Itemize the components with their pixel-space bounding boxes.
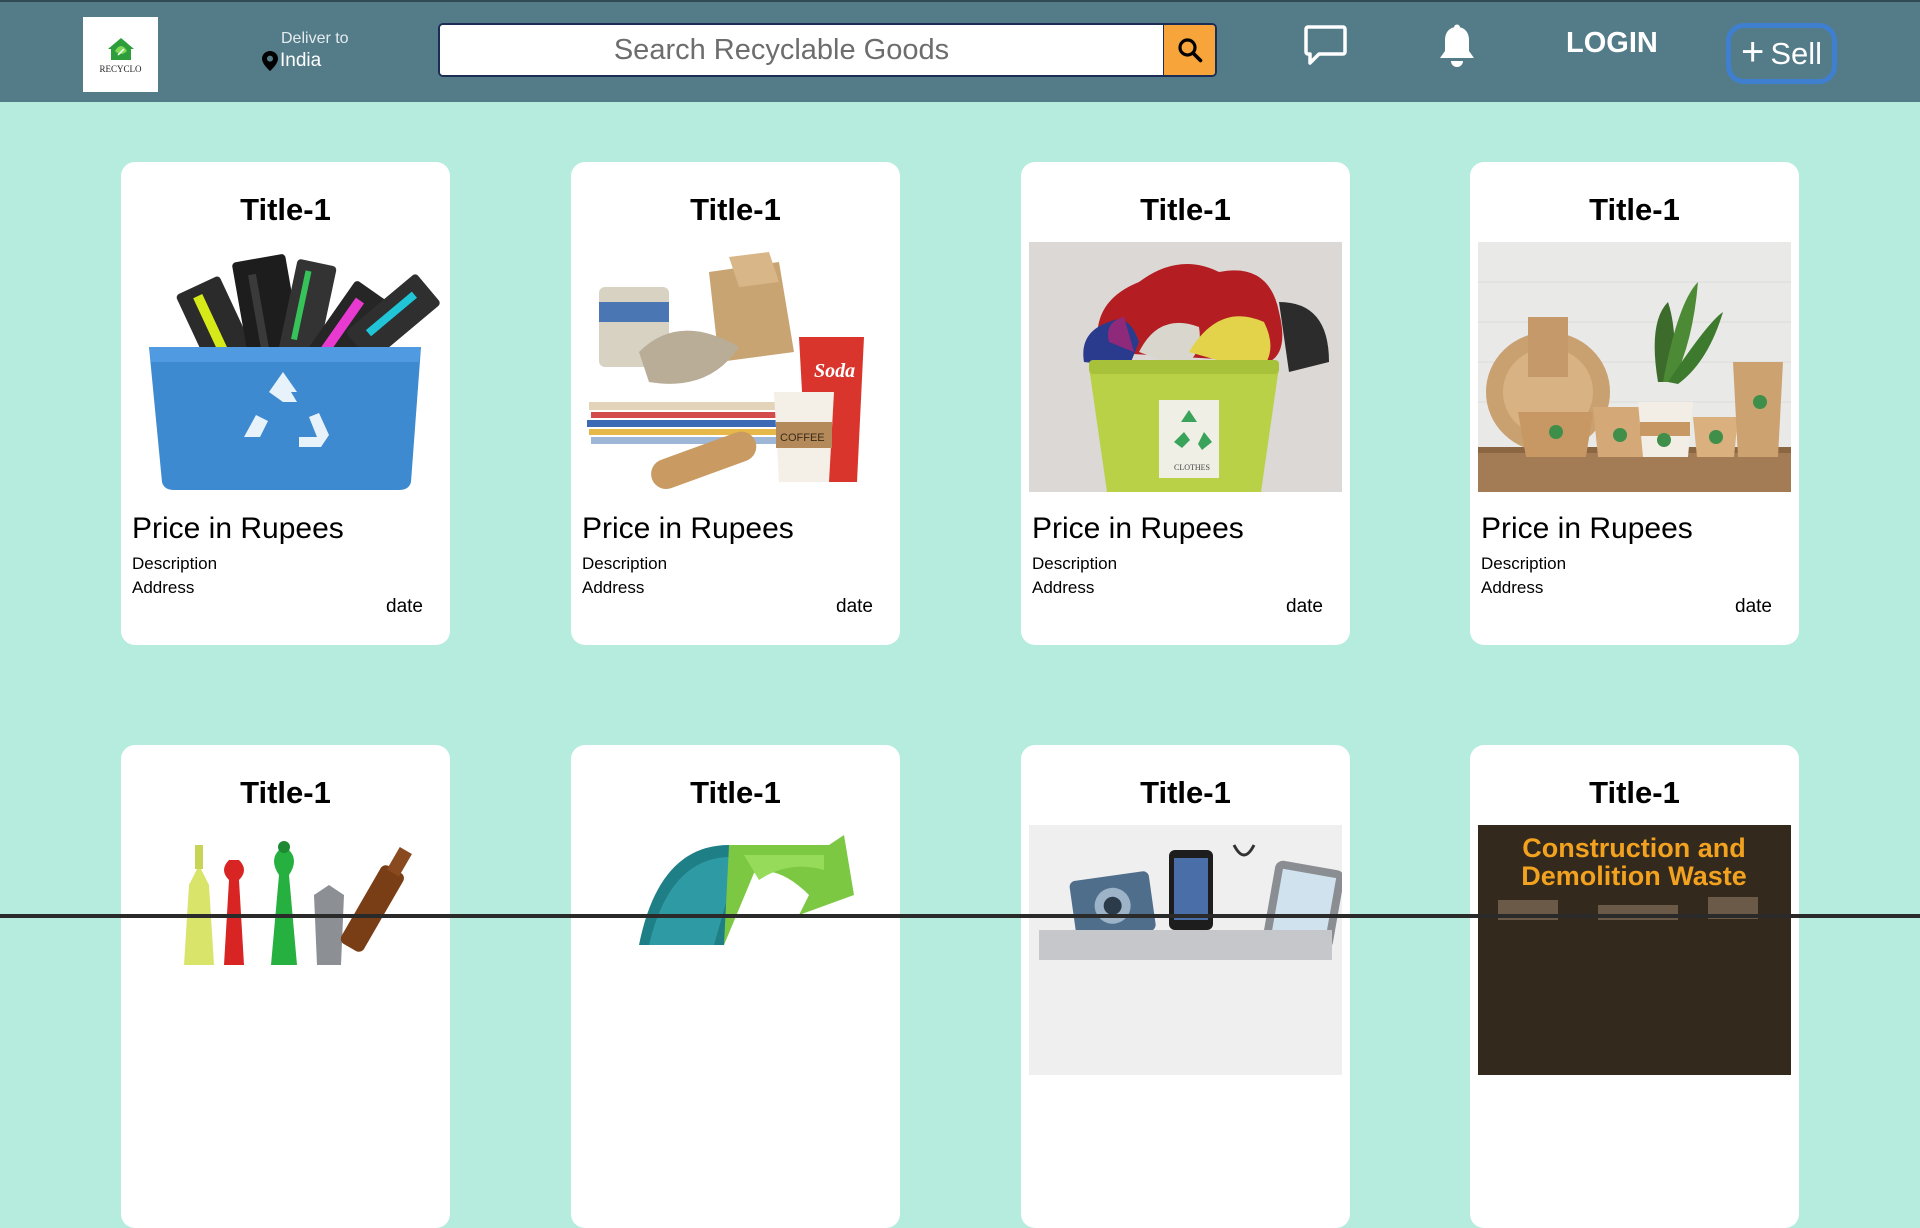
- eco-packaging-image: [1478, 242, 1791, 492]
- electronic-waste-image: [129, 242, 442, 492]
- listing-description: Description: [582, 554, 668, 573]
- construction-waste-line1: Construction and: [1522, 833, 1746, 863]
- svg-text:COFFEE: COFFEE: [780, 432, 825, 444]
- listing-title: Title-1: [690, 192, 781, 227]
- listing-title: Title-1: [1589, 775, 1680, 810]
- listing-title: Title-1: [690, 775, 781, 810]
- listing-grid: Title-1 Price in Rupees Description Addr…: [0, 0, 1920, 1228]
- listing-title: Title-1: [1589, 192, 1680, 227]
- listing-description: Description: [1032, 554, 1118, 573]
- listing-date: date: [1286, 596, 1323, 617]
- glass-bottles-image: [129, 825, 442, 1075]
- listing-card[interactable]: Title-1 CLOTHES Price in Rupees Descript…: [1021, 162, 1350, 645]
- listing-address: Address: [132, 578, 195, 597]
- window-bottom-edge: [0, 914, 1920, 918]
- svg-text:Soda: Soda: [814, 360, 855, 382]
- listing-card[interactable]: Title-1 Price in Rupees Description Addr…: [121, 162, 450, 645]
- listing-card[interactable]: Title-1 Price in Rupees Description Addr…: [1470, 162, 1799, 645]
- listing-price: Price in Rupees: [1032, 512, 1244, 545]
- recycle-arrow-image: [579, 825, 892, 1075]
- construction-waste-image: Construction and Demolition Waste: [1478, 825, 1791, 1075]
- listing-card[interactable]: Title-1: [1021, 745, 1350, 1228]
- listing-card[interactable]: Title-1: [571, 745, 900, 1228]
- listing-price: Price in Rupees: [1481, 512, 1693, 545]
- listing-address: Address: [582, 578, 645, 597]
- electronic-devices-image: [1029, 825, 1342, 1075]
- construction-waste-line2: Demolition Waste: [1521, 861, 1747, 891]
- svg-text:CLOTHES: CLOTHES: [1174, 463, 1210, 472]
- listing-title: Title-1: [240, 775, 331, 810]
- listing-price: Price in Rupees: [582, 512, 794, 545]
- listing-title: Title-1: [1140, 775, 1231, 810]
- listing-card[interactable]: Title-1 Soda COFFEE Price in Rupees Desc…: [571, 162, 900, 645]
- listing-card[interactable]: Title-1 Construction and Demolition Wast…: [1470, 745, 1799, 1228]
- listing-address: Address: [1032, 578, 1095, 597]
- listing-date: date: [836, 596, 873, 617]
- listing-date: date: [386, 596, 423, 617]
- listing-description: Description: [132, 554, 218, 573]
- listing-price: Price in Rupees: [132, 512, 344, 545]
- paper-cardboard-image: Soda COFFEE: [579, 242, 892, 492]
- clothes-recycling-image: CLOTHES: [1029, 242, 1342, 492]
- listing-title: Title-1: [1140, 192, 1231, 227]
- listing-title: Title-1: [240, 192, 331, 227]
- listing-card[interactable]: Title-1: [121, 745, 450, 1228]
- listing-date: date: [1735, 596, 1772, 617]
- listing-address: Address: [1481, 578, 1544, 597]
- listing-description: Description: [1481, 554, 1567, 573]
